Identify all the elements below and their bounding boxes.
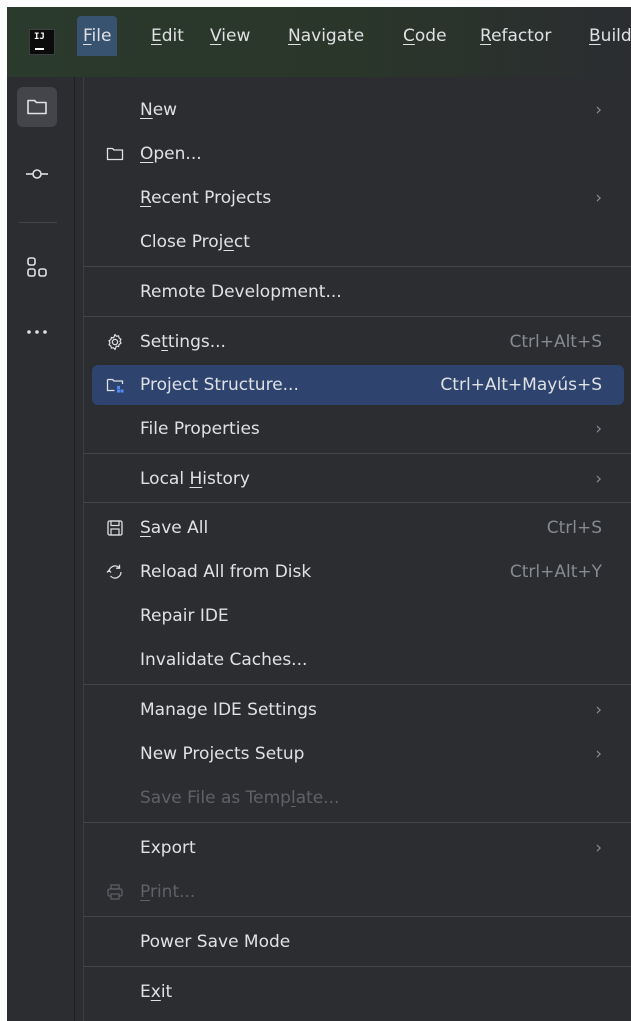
folder-icon: [106, 145, 124, 163]
reload-icon: [106, 563, 124, 581]
menu-item-new-projects-setup[interactable]: New Projects Setup ›: [92, 734, 624, 774]
menu-item-label: Open...: [140, 144, 202, 164]
menu-item-shortcut: Ctrl+Alt+Y: [509, 562, 602, 582]
menu-item-file-properties[interactable]: File Properties ›: [92, 409, 624, 449]
menu-item-settings[interactable]: Settings... Ctrl+Alt+S: [92, 322, 624, 362]
chevron-right-icon: ›: [595, 419, 602, 439]
chevron-right-icon: ›: [595, 838, 602, 858]
menu-item-label: Reload All from Disk: [140, 562, 312, 582]
file-menu-dropdown: New › Open... Recent Projects › Close Project…: [83, 77, 631, 1021]
menu-edit[interactable]: Edit: [145, 16, 190, 56]
menu-separator: [84, 502, 631, 503]
more-tools-button[interactable]: [17, 312, 57, 352]
menu-item-shortcut: Ctrl+Alt+Mayús+S: [440, 375, 602, 395]
menu-item-label: Export: [140, 838, 196, 858]
menu-item-label: Manage IDE Settings: [140, 700, 317, 720]
menu-item-project-structure[interactable]: Project Structure... Ctrl+Alt+Mayús+S: [92, 365, 624, 405]
menu-item-label: Remote Development...: [140, 282, 342, 302]
project-structure-icon: [106, 376, 124, 394]
menu-item-reload-all-from-disk[interactable]: Reload All from Disk Ctrl+Alt+Y: [92, 552, 624, 592]
menu-item-label: New Projects Setup: [140, 744, 305, 764]
commit-icon: [26, 169, 48, 179]
menu-refactor[interactable]: Refactor: [474, 16, 557, 56]
menu-navigate[interactable]: Navigate: [282, 16, 370, 56]
menu-item-manage-ide-settings[interactable]: Manage IDE Settings ›: [92, 690, 624, 730]
more-icon: [27, 330, 47, 334]
menu-item-export[interactable]: Export ›: [92, 828, 624, 868]
menu-item-label: Recent Projects: [140, 188, 272, 208]
save-icon: [106, 519, 124, 537]
menu-item-remote-development[interactable]: Remote Development...: [92, 272, 624, 312]
menu-item-save-file-as-template: Save File as Template...: [92, 778, 624, 818]
chevron-right-icon: ›: [595, 744, 602, 764]
menu-item-label: Settings...: [140, 332, 226, 352]
menu-build[interactable]: Build: [583, 16, 631, 56]
menu-item-print: Print...: [92, 872, 624, 912]
chevron-right-icon: ›: [595, 100, 602, 120]
menu-item-shortcut: Ctrl+Alt+S: [509, 332, 602, 352]
menu-item-repair-ide[interactable]: Repair IDE: [92, 596, 624, 636]
gear-icon: [106, 333, 124, 351]
menu-separator: [84, 966, 631, 967]
menu-item-label: Repair IDE: [140, 606, 229, 626]
menu-separator: [84, 453, 631, 454]
menu-item-label: New: [140, 100, 178, 120]
window-frame-left: [0, 0, 7, 1021]
menu-item-label: Close Project: [140, 232, 250, 252]
menu-file[interactable]: File: [77, 16, 118, 56]
menu-separator: [84, 316, 631, 317]
menu-item-save-all[interactable]: Save All Ctrl+S: [92, 508, 624, 548]
menu-item-label: Exit: [140, 982, 173, 1002]
chevron-right-icon: ›: [595, 469, 602, 489]
commit-tool-button[interactable]: [17, 154, 57, 194]
chevron-right-icon: ›: [595, 188, 602, 208]
menu-item-label: Local History: [140, 469, 250, 489]
structure-icon: [27, 257, 47, 277]
menu-separator: [84, 684, 631, 685]
menu-item-label: File Properties: [140, 419, 260, 439]
structure-tool-button[interactable]: [17, 247, 57, 287]
print-icon: [106, 883, 124, 901]
menu-view[interactable]: View: [204, 16, 256, 56]
menu-item-label: Save File as Template...: [140, 788, 340, 808]
tool-stripe-separator: [19, 222, 57, 223]
menu-item-label: Invalidate Caches...: [140, 650, 308, 670]
menu-item-power-save-mode[interactable]: Power Save Mode: [92, 922, 624, 962]
menu-separator: [84, 266, 631, 267]
menu-item-label: Save All: [140, 518, 209, 538]
menu-item-open[interactable]: Open...: [92, 134, 624, 174]
menu-item-invalidate-caches[interactable]: Invalidate Caches...: [92, 640, 624, 680]
folder-icon: [27, 99, 47, 115]
app-logo-text: IJ: [34, 32, 45, 42]
menu-item-close-project[interactable]: Close Project: [92, 222, 624, 262]
project-tool-button[interactable]: [17, 87, 57, 127]
menu-separator: [84, 916, 631, 917]
app-logo-icon[interactable]: IJ: [29, 29, 55, 55]
menu-item-new[interactable]: New ›: [92, 90, 624, 130]
menu-item-label: Project Structure...: [140, 375, 299, 395]
menu-item-local-history[interactable]: Local History ›: [92, 459, 624, 499]
menu-item-label: Power Save Mode: [140, 932, 291, 952]
menu-code[interactable]: Code: [397, 16, 453, 56]
menu-item-shortcut: Ctrl+S: [546, 518, 602, 538]
window-frame-top: [0, 0, 631, 7]
chevron-right-icon: ›: [595, 700, 602, 720]
menu-item-label: Print...: [140, 882, 196, 902]
menu-item-exit[interactable]: Exit: [92, 972, 624, 1012]
menu-item-recent-projects[interactable]: Recent Projects ›: [92, 178, 624, 218]
tool-window-stripe: [7, 77, 75, 1021]
menu-separator: [84, 822, 631, 823]
